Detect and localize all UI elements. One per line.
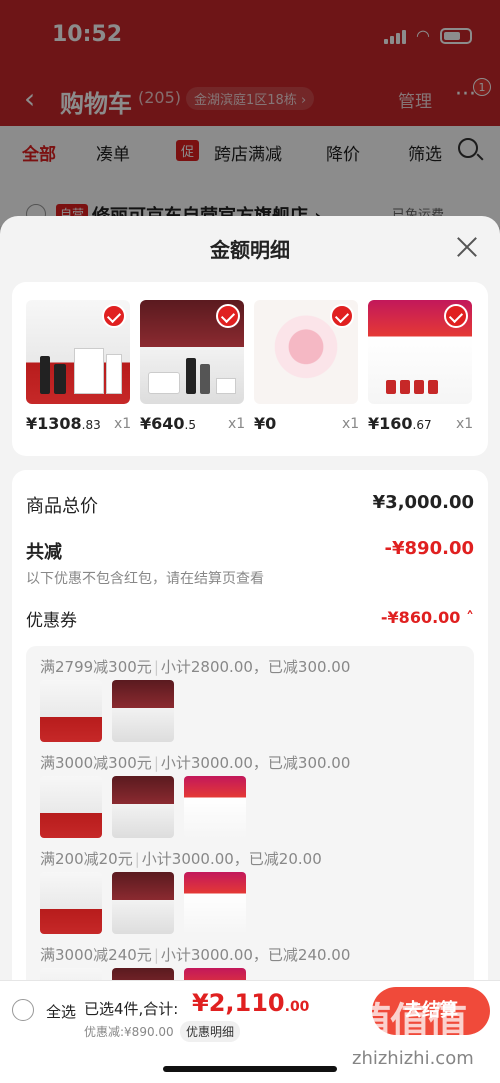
product-thumb [184, 776, 246, 838]
sheet-title: 金额明细 [210, 238, 290, 262]
product-item[interactable]: ¥0 x1 [254, 300, 364, 433]
coupon-thumbs [40, 776, 246, 838]
coupon-rule: 满200减20元 | 小计3000.00，已减20.00 [40, 850, 322, 868]
discount-value: -¥890.00 [384, 538, 474, 559]
coupon-toggle[interactable]: -¥860.00 ˄ [381, 608, 474, 627]
amount-detail-sheet: 金额明细 ¥1308.83 x1 ¥640.5 x1 ¥0 x1 ¥160.67… [0, 216, 500, 1083]
discount-detail-button[interactable]: 优惠明细 [180, 1021, 241, 1042]
product-thumb [184, 872, 246, 934]
product-qty: x1 [228, 416, 246, 432]
close-icon[interactable] [454, 234, 480, 260]
discount-note: 以下优惠不包含红包，请在结算页查看 [26, 571, 264, 587]
product-price: ¥0 [254, 414, 277, 433]
coupon-thumbs [40, 680, 174, 742]
total-label: 商品总价 [26, 496, 98, 517]
saved-amount: 优惠减:¥890.00 [84, 1025, 174, 1039]
product-thumb [112, 680, 174, 742]
product-image [368, 300, 472, 404]
coupon-rule: 满2799减300元 | 小计2800.00，已减300.00 [40, 658, 351, 676]
checked-icon[interactable] [444, 304, 468, 328]
total-value: ¥3,000.00 [372, 492, 474, 513]
coupon-rule: 满3000减300元 | 小计3000.00，已减300.00 [40, 754, 351, 772]
watermark-url: zhizhizhi.com [352, 1048, 474, 1069]
selected-count: 已选4件,合计: [84, 1000, 179, 1018]
checked-icon[interactable] [102, 304, 126, 328]
home-indicator[interactable] [163, 1066, 337, 1072]
product-price: ¥640.5 [140, 414, 196, 433]
product-price: ¥160.67 [368, 414, 432, 433]
product-thumb [40, 872, 102, 934]
checked-icon[interactable] [216, 304, 240, 328]
product-price: ¥1308.83 [26, 414, 101, 433]
product-image [254, 300, 358, 404]
product-item[interactable]: ¥160.67 x1 [368, 300, 478, 433]
select-all-label[interactable]: 全选 [46, 1001, 76, 1022]
total-amount: ¥2,110.00 [192, 989, 310, 1017]
product-item[interactable]: ¥640.5 x1 [140, 300, 250, 433]
coupon-rule: 满3000减240元 | 小计3000.00，已减240.00 [40, 946, 351, 964]
select-all-radio[interactable] [12, 999, 34, 1021]
coupon-label: 优惠券 [26, 611, 77, 631]
product-thumb [112, 872, 174, 934]
product-image [26, 300, 130, 404]
watermark-logo: 值值值 [352, 1000, 468, 1046]
checked-icon[interactable] [330, 304, 354, 328]
product-thumb [40, 776, 102, 838]
product-qty: x1 [342, 416, 360, 432]
product-qty: x1 [456, 416, 474, 432]
discount-label: 共减 [26, 542, 62, 563]
product-image [140, 300, 244, 404]
product-thumb [112, 776, 174, 838]
product-qty: x1 [114, 416, 132, 432]
selected-products-card: ¥1308.83 x1 ¥640.5 x1 ¥0 x1 ¥160.67 x1 [12, 282, 488, 456]
product-item[interactable]: ¥1308.83 x1 [26, 300, 136, 433]
coupon-thumbs [40, 872, 246, 934]
product-thumb [40, 680, 102, 742]
